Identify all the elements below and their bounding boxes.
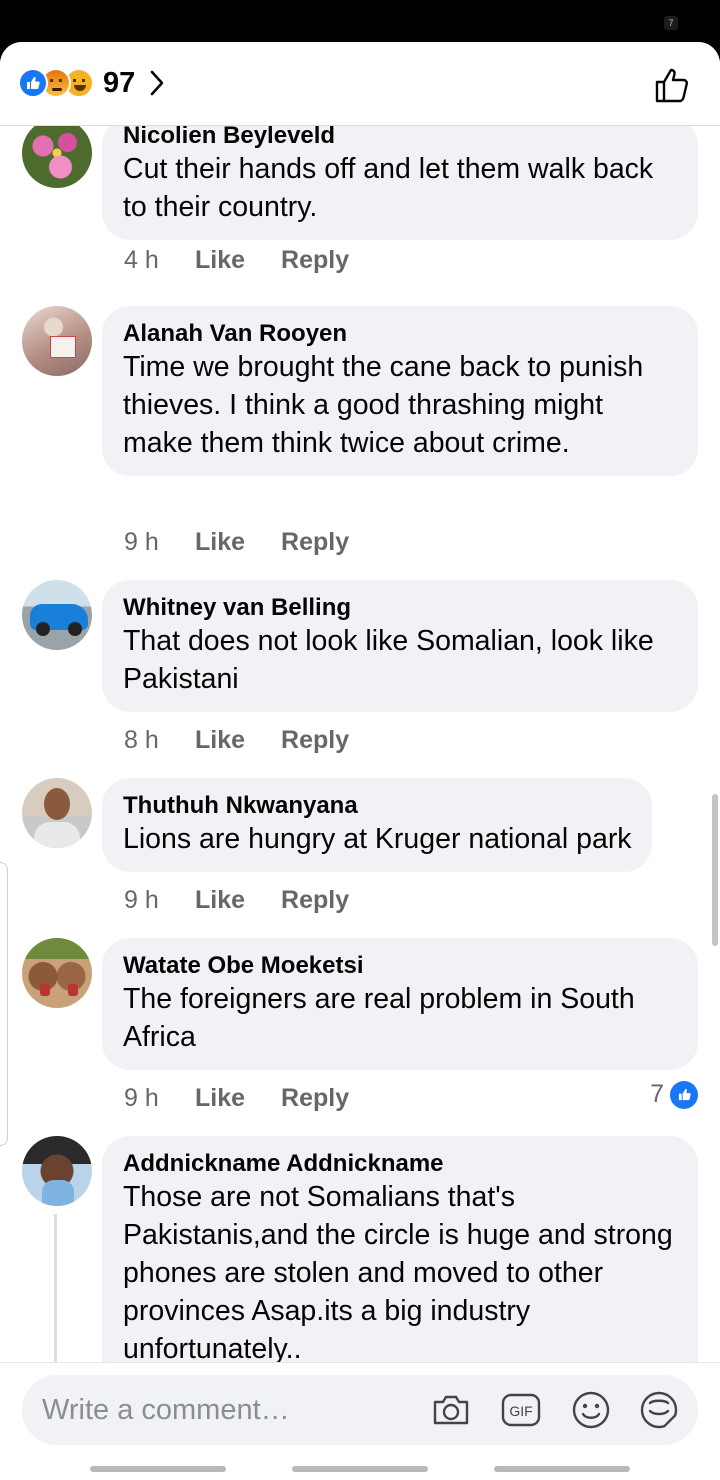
comment-timestamp[interactable]: 9 h [124, 528, 195, 557]
comment-text: Time we brought the cane back to punish … [123, 351, 644, 459]
recent-apps-button[interactable] [90, 1466, 226, 1472]
reply-button[interactable]: Reply [281, 1084, 349, 1113]
comment-text: Lions are hungry at Kruger national park [123, 823, 632, 855]
emoji-icon[interactable] [570, 1389, 612, 1431]
commenter-name[interactable]: Whitney van Belling [123, 594, 678, 622]
comment-bubble[interactable]: Thuthuh Nkwanyana Lions are hungry at Kr… [102, 778, 652, 872]
reply-button[interactable]: Reply [281, 246, 349, 275]
comment-timestamp[interactable]: 4 h [124, 246, 195, 275]
comment-actions: 4 h Like Reply [124, 246, 385, 275]
camera-icon[interactable] [430, 1389, 472, 1431]
comment-input[interactable] [42, 1375, 422, 1445]
comment-text: The foreigners are real problem in South… [123, 983, 635, 1053]
like-button[interactable]: Like [195, 528, 245, 557]
like-reaction-icon [18, 68, 48, 98]
comments-list: Nicolien Beyleveld Cut their hands off a… [0, 126, 720, 1362]
comment-timestamp[interactable]: 8 h [124, 726, 195, 755]
like-button[interactable]: Like [195, 1084, 245, 1113]
comment-timestamp[interactable]: 9 h [124, 1084, 195, 1113]
avatar[interactable] [22, 778, 92, 848]
commenter-name[interactable]: Nicolien Beyleveld [123, 126, 678, 150]
avatar[interactable] [22, 938, 92, 1008]
like-button[interactable]: Like [195, 886, 245, 915]
comment-actions: 9 h Like Reply [124, 886, 385, 915]
comment-timestamp[interactable]: 9 h [124, 886, 195, 915]
thread-line [54, 1214, 57, 1362]
home-button[interactable] [292, 1466, 428, 1472]
commenter-name[interactable]: Alanah Van Rooyen [123, 320, 678, 348]
sticker-icon[interactable] [638, 1389, 680, 1431]
reply-button[interactable]: Reply [281, 726, 349, 755]
reaction-count: 97 [103, 66, 136, 99]
comments-header: 97 [0, 42, 720, 126]
like-reaction-icon [670, 1080, 698, 1109]
comment-actions: 9 h Like Reply [124, 1084, 385, 1113]
comment-bubble[interactable]: Nicolien Beyleveld Cut their hands off a… [102, 126, 698, 240]
comment-actions: 9 h Like Reply [124, 528, 385, 557]
comment-bubble[interactable]: Addnickname Addnickname Those are not So… [102, 1136, 698, 1362]
commenter-name[interactable]: Watate Obe Moeketsi [123, 952, 678, 980]
gif-icon[interactable]: GIF [500, 1389, 542, 1431]
comment-bubble[interactable]: Watate Obe Moeketsi The foreigners are r… [102, 938, 698, 1070]
notification-badge: 7 [664, 16, 678, 30]
comment-text: Those are not Somalians that's Pakistani… [123, 1181, 673, 1362]
comment-reaction-count[interactable]: 7 [650, 1080, 698, 1109]
back-button[interactable] [494, 1466, 630, 1472]
thumbs-up-icon[interactable] [654, 66, 692, 104]
reply-button[interactable]: Reply [281, 886, 349, 915]
comment-bubble[interactable]: Whitney van Belling That does not look l… [102, 580, 698, 712]
comment-actions: 8 h Like Reply [124, 726, 385, 755]
comments-sheet: 97 Nicolien Beyleveld Cut their hands of… [0, 42, 720, 1480]
status-bar: 7 [0, 0, 720, 42]
reactions-summary[interactable]: 97 [18, 66, 165, 100]
side-panel-edge [0, 862, 8, 1146]
chevron-right-icon [150, 70, 164, 96]
reaction-number: 7 [650, 1080, 664, 1108]
comment-text: That does not look like Somalian, look l… [123, 625, 654, 695]
avatar[interactable] [22, 580, 92, 650]
commenter-name[interactable]: Thuthuh Nkwanyana [123, 792, 632, 820]
like-button[interactable]: Like [195, 246, 245, 275]
reply-button[interactable]: Reply [281, 528, 349, 557]
avatar[interactable] [22, 126, 92, 188]
system-navigation-bar [0, 1458, 720, 1480]
scrollbar[interactable] [712, 794, 718, 946]
svg-text:GIF: GIF [509, 1403, 532, 1419]
avatar[interactable] [22, 306, 92, 376]
like-button[interactable]: Like [195, 726, 245, 755]
comment-text: Cut their hands off and let them walk ba… [123, 153, 654, 223]
comment-composer: GIF [22, 1375, 698, 1445]
comment-bubble[interactable]: Alanah Van Rooyen Time we brought the ca… [102, 306, 698, 476]
commenter-name[interactable]: Addnickname Addnickname [123, 1150, 678, 1178]
avatar[interactable] [22, 1136, 92, 1206]
